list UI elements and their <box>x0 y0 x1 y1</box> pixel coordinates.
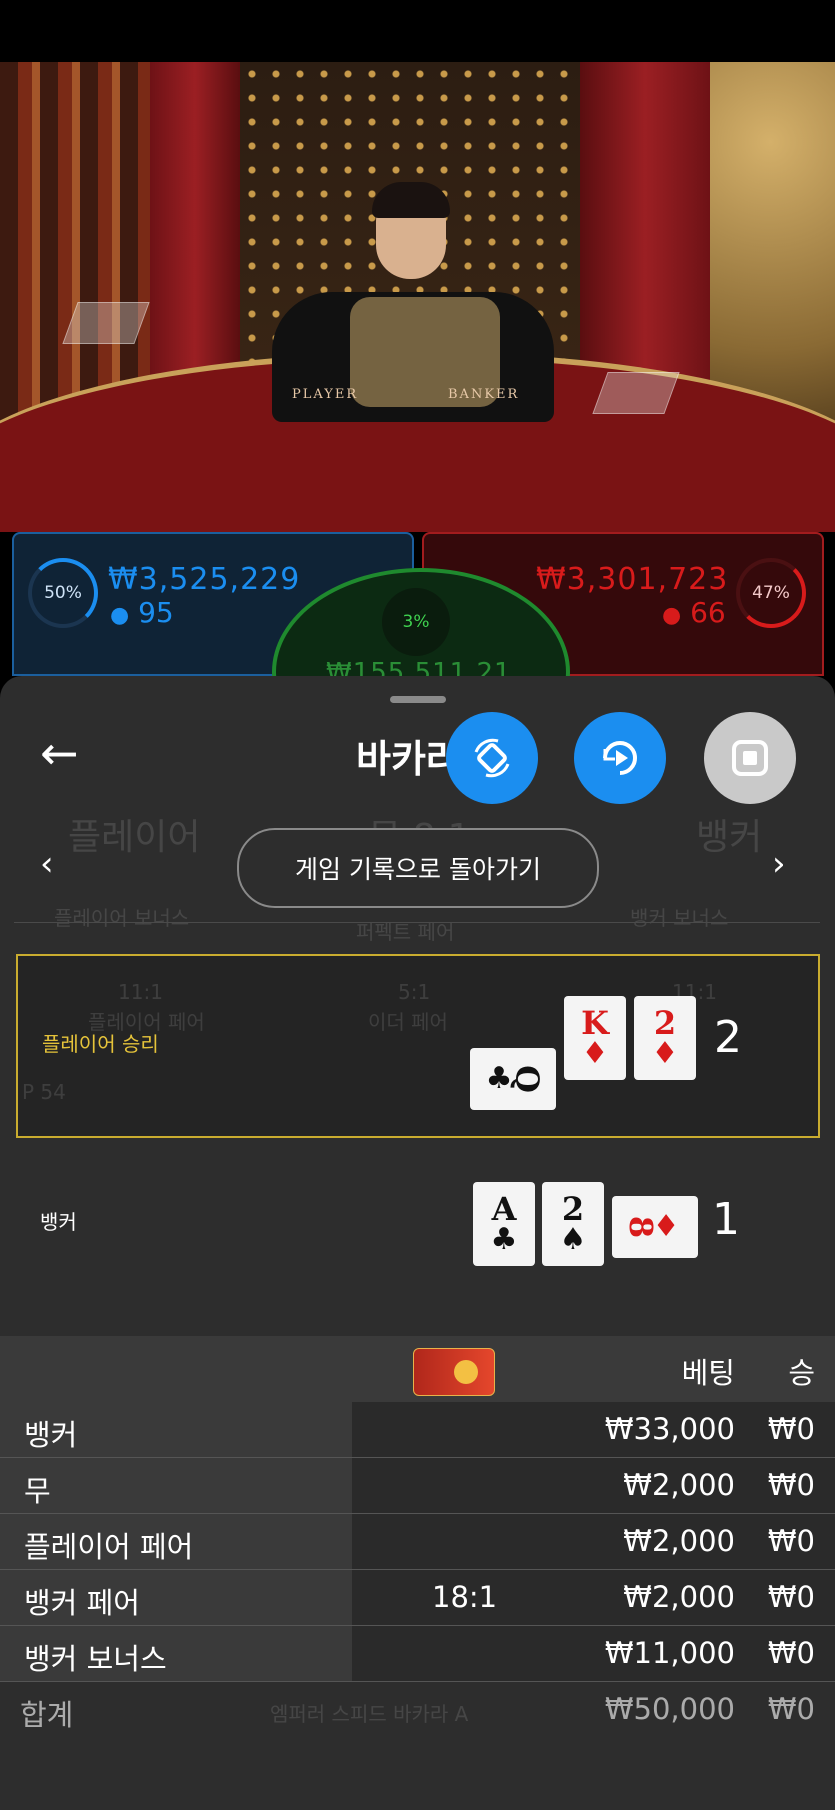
bet-amount: ₩2,000 <box>623 1468 735 1502</box>
playing-card: 2 ♦ <box>634 996 696 1080</box>
table-row: 뱅커 보너스 ₩11,000 ₩0 <box>0 1626 835 1682</box>
banker-percent: 47% <box>752 583 790 603</box>
table-header: 베팅 승 <box>0 1336 835 1402</box>
bet-amount: ₩2,000 <box>623 1580 735 1614</box>
person-icon: ● <box>110 603 130 628</box>
previous-round-arrow-icon[interactable]: ‹ <box>40 844 54 884</box>
banker-score: 1 <box>712 1194 740 1245</box>
rotate-view-button[interactable] <box>446 712 538 804</box>
playing-card: ♣ Q <box>470 1048 556 1110</box>
stop-button[interactable] <box>704 712 796 804</box>
playing-card: A ♣ <box>473 1182 535 1266</box>
playing-card: K ♦ <box>564 996 626 1080</box>
player-percent-ring: 50% <box>28 558 98 628</box>
banker-percent-ring: 47% <box>736 558 806 628</box>
bet-type: 플레이어 페어 <box>24 1530 194 1564</box>
felt-player-label: PLAYER <box>292 387 359 402</box>
replay-icon <box>603 741 637 775</box>
tie-percent: 3% <box>382 588 450 656</box>
ghost-banker-spot: 뱅커 <box>696 817 763 858</box>
rotate-icon <box>474 738 510 778</box>
bet-type: 무 <box>24 1474 51 1508</box>
divider <box>14 922 820 923</box>
bet-stats: 50% ₩3,525,229 ● 95 ₩3,301,723 ● 66 47% … <box>0 530 835 776</box>
table-row-total: 엠퍼러 스피드 바카라 A 합계 ₩50,000 ₩0 <box>0 1682 835 1738</box>
felt-banker-label: BANKER <box>448 387 520 402</box>
discard-tray <box>592 372 680 414</box>
column-header-bet: 베팅 <box>681 1356 735 1390</box>
player-score: 2 <box>714 1012 742 1063</box>
bet-amount: ₩2,000 <box>623 1524 735 1558</box>
live-video: PLAYER BANKER <box>0 62 835 532</box>
banker-label: 뱅커 <box>40 1210 77 1234</box>
column-header-win: 승 <box>788 1356 815 1390</box>
bet-type: 뱅커 보너스 <box>24 1642 167 1676</box>
bet-type: 뱅커 <box>24 1418 78 1452</box>
table-row: 무 ₩2,000 ₩0 <box>0 1458 835 1514</box>
banker-total-bet: ₩3,301,723 <box>536 562 729 597</box>
ghost-player-bonus: 플레이어 보너스 <box>54 906 190 930</box>
playing-card: 8 ♦ <box>612 1196 698 1258</box>
player-bettor-count: ● 95 <box>110 596 174 629</box>
win-amount: ₩0 <box>767 1636 815 1670</box>
history-panel: 플레이어 무 8:1 뱅커 플레이어 보너스 퍼펙트 페어 뱅커 보너스 ← 바… <box>0 676 835 1810</box>
total-win: ₩0 <box>767 1692 815 1726</box>
drag-handle[interactable] <box>390 696 446 703</box>
ghost-road-count: P 54 <box>22 1080 66 1104</box>
ghost-perfect-pair: 퍼펙트 페어 <box>356 920 455 944</box>
card-shoe <box>62 302 150 344</box>
bet-amount: ₩33,000 <box>604 1412 735 1446</box>
bet-odds: 18:1 <box>432 1580 498 1614</box>
ghost-either-pair-odds: 5:1 <box>398 980 431 1004</box>
person-icon: ● <box>662 603 682 628</box>
bet-amount: ₩11,000 <box>604 1636 735 1670</box>
player-percent: 50% <box>44 583 82 603</box>
dealer-hair <box>372 182 450 218</box>
ghost-player-spot: 플레이어 <box>68 817 201 858</box>
bet-type: 뱅커 페어 <box>24 1586 140 1620</box>
back-to-history-button[interactable]: 게임 기록으로 돌아가기 <box>237 828 599 908</box>
win-amount: ₩0 <box>767 1524 815 1558</box>
stop-icon <box>732 740 768 776</box>
table-row: 뱅커 ₩33,000 ₩0 <box>0 1402 835 1458</box>
ghost-either-pair: 이더 페어 <box>368 1010 448 1034</box>
playing-card: 2 ♠ <box>542 1182 604 1266</box>
status-bar <box>0 0 835 62</box>
ghost-banker-bonus: 뱅커 보너스 <box>630 906 729 930</box>
back-arrow-icon[interactable]: ← <box>40 728 100 778</box>
win-amount: ₩0 <box>767 1580 815 1614</box>
bonus-chip-icon <box>413 1348 495 1396</box>
table-row: 뱅커 페어 18:1 ₩2,000 ₩0 <box>0 1570 835 1626</box>
replay-button[interactable] <box>574 712 666 804</box>
next-round-arrow-icon[interactable]: › <box>772 844 786 884</box>
banker-bettor-count: ● 66 <box>662 596 726 629</box>
player-win-label: 플레이어 승리 <box>42 1032 159 1056</box>
ghost-footer-game: 엠퍼러 스피드 바카라 A <box>270 1702 469 1726</box>
total-bet: ₩50,000 <box>604 1692 735 1726</box>
player-result-row: 11:1 5:1 11:1 플레이어 페어 이더 페어 P 54 플레이어 승리… <box>16 954 820 1138</box>
total-label: 합계 <box>20 1698 74 1732</box>
win-amount: ₩0 <box>767 1468 815 1502</box>
table-row: 플레이어 페어 ₩2,000 ₩0 <box>0 1514 835 1570</box>
win-amount: ₩0 <box>767 1412 815 1446</box>
player-total-bet: ₩3,525,229 <box>108 562 301 597</box>
ghost-player-pair-odds: 11:1 <box>118 980 163 1004</box>
